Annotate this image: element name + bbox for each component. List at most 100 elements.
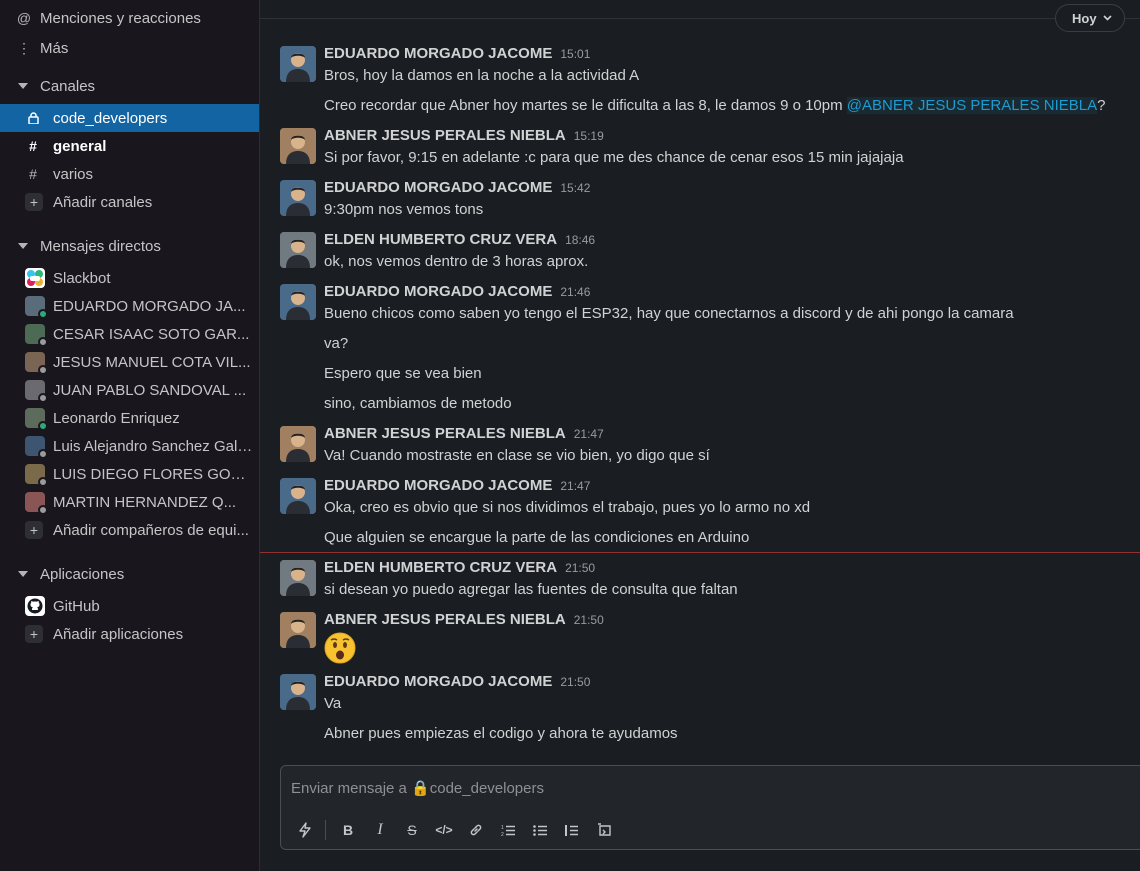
plus-icon: + [25, 625, 43, 643]
date-divider [260, 18, 1140, 19]
sidebar-item-label: Menciones y reacciones [40, 9, 201, 27]
sidebar-item-label: CESAR ISAAC SOTO GAR... [53, 325, 250, 343]
caret-down-icon[interactable] [18, 82, 28, 90]
blockquote-icon[interactable] [556, 816, 588, 844]
avatar[interactable] [280, 128, 316, 164]
avatar[interactable] [280, 612, 316, 648]
message-text-content: ok, nos vemos dentro de 3 horas aprox. [324, 253, 589, 270]
sender-name[interactable]: EDUARDO MORGADO JACOME [324, 477, 552, 494]
timestamp[interactable]: 15:01 [560, 47, 590, 61]
sidebar-item-general[interactable]: # general [0, 132, 259, 160]
sender-name[interactable]: ABNER JESUS PERALES NIEBLA [324, 611, 566, 628]
message-text-content: Abner pues empiezas el codigo y ahora te… [324, 725, 678, 742]
bold-icon[interactable]: B [332, 816, 364, 844]
avatar[interactable] [280, 284, 316, 320]
message-text-content: si desean yo puedo agregar las fuentes d… [324, 581, 738, 598]
sidebar-item-dm[interactable]: MARTIN HERNANDEZ Q... [0, 488, 259, 516]
sender-name[interactable]: EDUARDO MORGADO JACOME [324, 179, 552, 196]
shortcuts-icon[interactable] [289, 816, 321, 844]
sidebar-item-more[interactable]: ⋮ Más [0, 34, 259, 62]
message-text: Abner pues empiezas el codigo y ahora te… [324, 725, 678, 742]
sidebar-item-label: code_developers [53, 109, 168, 127]
timestamp[interactable]: 15:42 [560, 181, 590, 195]
sender-name[interactable]: EDUARDO MORGADO JACOME [324, 673, 552, 690]
avatar[interactable] [280, 232, 316, 268]
message-text-content: Bueno chicos como saben yo tengo el ESP3… [324, 305, 1014, 322]
timestamp[interactable]: 21:46 [560, 285, 590, 299]
caret-down-icon[interactable] [18, 242, 28, 250]
avatar[interactable] [280, 478, 316, 514]
timestamp[interactable]: 21:50 [560, 675, 590, 689]
sender-name[interactable]: EDUARDO MORGADO JACOME [324, 283, 552, 300]
code-block-icon[interactable] [588, 816, 620, 844]
at-icon: @ [16, 10, 32, 26]
sidebar-item-dm[interactable]: Leonardo Enriquez [0, 404, 259, 432]
dm-section-header[interactable]: Mensajes directos [0, 232, 259, 260]
avatar[interactable] [280, 560, 316, 596]
message-text-content: Espero que se vea bien [324, 365, 482, 382]
avatar [25, 380, 48, 403]
caret-down-icon[interactable] [18, 570, 28, 578]
add-apps-button[interactable]: + Añadir aplicaciones [0, 620, 259, 648]
ordered-list-icon[interactable]: 12 [492, 816, 524, 844]
add-teammates-button[interactable]: + Añadir compañeros de equi... [0, 516, 259, 544]
message-text-content: 9:30pm nos vemos tons [324, 201, 484, 218]
message-text: Bros, hoy la damos en la noche a la acti… [324, 67, 639, 84]
sender-name[interactable]: ELDEN HUMBERTO CRUZ VERA [324, 231, 557, 248]
sidebar-item-mentions[interactable]: @ Menciones y reacciones [0, 4, 259, 32]
message-text: Va! Cuando mostraste en clase se vio bie… [324, 447, 710, 464]
sidebar-item-dm[interactable]: JUAN PABLO SANDOVAL ... [0, 376, 259, 404]
presence-icon [38, 393, 48, 403]
channels-section-header[interactable]: Canales [0, 72, 259, 100]
hash-icon: # [29, 166, 37, 182]
message-header: EDUARDO MORGADO JACOME 21:46 [324, 283, 590, 303]
plus-icon: + [25, 521, 43, 539]
timestamp[interactable]: 21:50 [565, 561, 595, 575]
code-icon[interactable]: </> [428, 816, 460, 844]
timestamp[interactable]: 18:46 [565, 233, 595, 247]
apps-section-header[interactable]: Aplicaciones [0, 560, 259, 588]
avatar[interactable] [280, 46, 316, 82]
sidebar-item-label: Leonardo Enriquez [53, 409, 180, 427]
presence-icon [38, 365, 48, 375]
new-messages-divider [260, 552, 1140, 553]
sender-name[interactable]: ABNER JESUS PERALES NIEBLA [324, 425, 566, 442]
sidebar-item-dm[interactable]: Luis Alejandro Sanchez Gall... [0, 432, 259, 460]
add-channels-button[interactable]: + Añadir canales [0, 188, 259, 216]
date-jump-button[interactable]: Hoy [1055, 4, 1125, 32]
sidebar-item-dm[interactable]: EDUARDO MORGADO JA... [0, 292, 259, 320]
italic-icon[interactable]: I [364, 816, 396, 844]
avatar[interactable] [280, 426, 316, 462]
avatar[interactable] [280, 180, 316, 216]
presence-icon [38, 421, 48, 431]
user-mention[interactable]: @ABNER JESUS PERALES NIEBLA [846, 97, 1098, 114]
avatar [25, 464, 48, 487]
timestamp[interactable]: 15:19 [574, 129, 604, 143]
sidebar-item-github[interactable]: GitHub [0, 592, 259, 620]
sidebar-item-varios[interactable]: # varios [0, 160, 259, 188]
message-input[interactable] [291, 776, 891, 800]
sidebar-item-dm[interactable]: LUIS DIEGO FLORES GON... [0, 460, 259, 488]
sidebar-item-code-developers[interactable]: code_developers [0, 104, 259, 132]
message-text: ok, nos vemos dentro de 3 horas aprox. [324, 253, 588, 270]
presence-icon [38, 337, 48, 347]
message-text-content: sino, cambiamos de metodo [324, 395, 512, 412]
timestamp[interactable]: 21:47 [574, 427, 604, 441]
sidebar-item-dm[interactable]: JESUS MANUEL COTA VIL... [0, 348, 259, 376]
sidebar-item-dm[interactable]: CESAR ISAAC SOTO GAR... [0, 320, 259, 348]
sender-name[interactable]: ELDEN HUMBERTO CRUZ VERA [324, 559, 557, 576]
bulleted-list-icon[interactable] [524, 816, 556, 844]
sidebar-item-label: EDUARDO MORGADO JA... [53, 297, 246, 315]
strikethrough-icon[interactable]: S [396, 816, 428, 844]
message-text-content: Si por favor, 9:15 en adelante :c para q… [324, 149, 904, 166]
sender-name[interactable]: EDUARDO MORGADO JACOME [324, 45, 552, 62]
message-text-content: va? [324, 335, 349, 352]
slackbot-icon [25, 268, 45, 288]
timestamp[interactable]: 21:50 [574, 613, 604, 627]
timestamp[interactable]: 21:47 [560, 479, 590, 493]
link-icon[interactable] [460, 816, 492, 844]
sidebar-item-slackbot[interactable]: Slackbot [0, 264, 259, 292]
sender-name[interactable]: ABNER JESUS PERALES NIEBLA [324, 127, 566, 144]
avatar [25, 408, 48, 431]
avatar[interactable] [280, 674, 316, 710]
